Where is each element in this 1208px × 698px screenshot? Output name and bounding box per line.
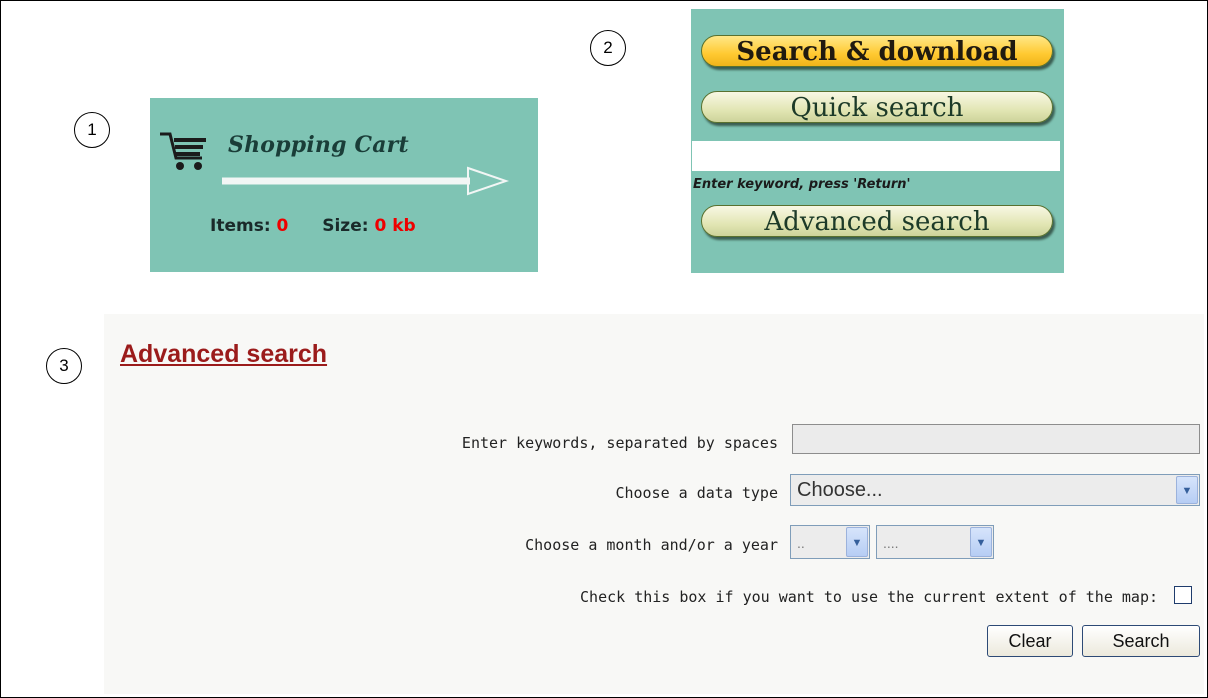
search-download-button[interactable]: Search & download [701,35,1053,67]
advanced-search-button[interactable]: Advanced search [701,205,1053,237]
shopping-cart-panel[interactable]: Shopping Cart Items: 0 Size: 0 kb [150,98,538,272]
keywords-label: Enter keywords, separated by spaces [461,434,778,452]
datatype-value: Choose... [797,479,883,501]
keywords-input[interactable] [792,424,1200,454]
year-select[interactable]: .... ▼ [876,525,994,559]
chevron-down-icon[interactable]: ▼ [970,527,992,557]
cart-stats: Items: 0 Size: 0 kb [210,216,416,236]
callout-1: 1 [74,112,110,148]
quick-search-button[interactable]: Quick search [701,91,1053,123]
extent-label: Check this box if you want to use the cu… [580,588,1158,606]
advanced-search-title[interactable]: Advanced search [120,340,327,369]
items-label: Items: [210,216,271,236]
advanced-search-panel: Advanced search Enter keywords, separate… [104,314,1204,694]
arrow-icon [220,164,510,202]
clear-button[interactable]: Clear [987,625,1073,657]
month-select[interactable]: .. ▼ [790,525,870,559]
search-download-panel: Search & download Quick search Enter key… [691,9,1064,273]
callout-3: 3 [46,348,82,384]
datatype-select[interactable]: Choose... ▼ [790,474,1200,506]
chevron-down-icon[interactable]: ▼ [1176,476,1198,504]
extent-checkbox[interactable] [1174,586,1192,604]
date-label: Choose a month and/or a year [525,536,778,554]
quick-search-input[interactable] [692,141,1060,171]
month-value: .. [797,535,805,551]
size-label: Size: [322,216,369,236]
shopping-cart-icon [158,130,210,178]
callout-2: 2 [590,30,626,66]
cart-title: Shopping Cart [228,132,409,158]
datatype-label: Choose a data type [615,484,778,502]
year-value: .... [883,535,899,551]
quick-search-hint: Enter keyword, press 'Return' [693,177,911,192]
chevron-down-icon[interactable]: ▼ [846,527,868,557]
items-value: 0 [276,216,289,236]
size-value: 0 kb [374,216,416,236]
search-button[interactable]: Search [1082,625,1200,657]
